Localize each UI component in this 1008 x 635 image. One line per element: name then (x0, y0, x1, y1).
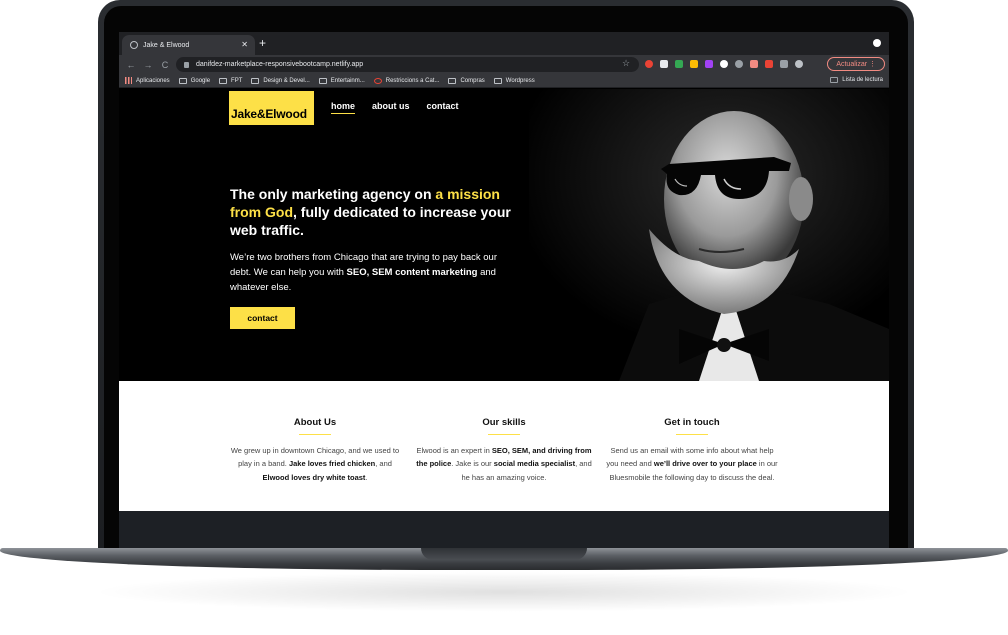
hero-section: Jake&Elwood home about us contact The on… (119, 89, 889, 381)
extension-icon-2[interactable] (660, 60, 668, 68)
extension-icon-9[interactable] (765, 60, 773, 68)
extension-icon-6[interactable] (720, 60, 728, 68)
folder-icon (251, 77, 260, 84)
reading-list-icon (830, 77, 839, 83)
apps-grid-icon (125, 77, 132, 84)
folder-icon (318, 77, 327, 84)
bold-text: social media specialist (493, 459, 576, 469)
text: Elwood is an expert in (416, 446, 492, 455)
extension-icon-7[interactable] (735, 60, 743, 68)
update-button[interactable]: Actualizar ⋮ (827, 57, 885, 71)
avatar[interactable] (795, 60, 803, 68)
bookmark-restriccions[interactable]: Restriccions a Cat... (373, 77, 440, 84)
bookmarks-bar: Aplicaciones Google FPT Design & Devel..… (119, 74, 889, 88)
new-tab-button[interactable]: + (259, 36, 266, 50)
skills-column: Our skills Elwood is an expert in SEO, S… (416, 381, 592, 484)
extension-icon-8[interactable] (750, 60, 758, 68)
nav-about-us[interactable]: about us (372, 101, 410, 114)
bookmark-label: Google (190, 77, 211, 84)
bookmark-label: Compras (460, 77, 485, 84)
contact-button[interactable]: contact (230, 307, 295, 329)
reload-button[interactable]: C (160, 60, 170, 70)
bookmark-label: Entertainm... (330, 77, 365, 84)
browser-tab-bar: Jake & Elwood ✕ + (119, 32, 889, 55)
text: . Jake is our (451, 459, 494, 469)
about-us-text: We grew up in downtown Chicago, and we u… (227, 444, 403, 484)
screen-bottom-strip (119, 511, 889, 548)
back-button[interactable]: ← (126, 60, 136, 70)
laptop-shadow (90, 572, 918, 612)
bookmark-google[interactable]: Google (178, 77, 211, 84)
bold-text: we’ll drive over to your place (653, 459, 757, 469)
nav-contact[interactable]: contact (427, 101, 459, 114)
folder-icon (448, 77, 457, 84)
lock-icon (184, 61, 189, 68)
site-logo[interactable]: Jake&Elwood (229, 91, 314, 125)
site-nav: home about us contact (331, 101, 476, 114)
url-text: danifdez-marketplace-responsivebootcamp.… (196, 61, 364, 68)
browser-tab[interactable]: Jake & Elwood ✕ (122, 35, 255, 55)
extension-icon-1[interactable] (645, 60, 653, 68)
info-section: About Us We grew up in downtown Chicago,… (119, 381, 889, 511)
bold-text: Jake loves fried chicken (288, 459, 376, 469)
contact-column: Get in touch Send us an email with some … (604, 381, 780, 484)
bookmark-star-icon[interactable]: ☆ (622, 58, 630, 69)
folder-icon (178, 77, 187, 84)
laptop-frame: Jake & Elwood ✕ + ← → C danifdez-marketp… (0, 0, 1008, 635)
folder-icon (493, 77, 502, 84)
reading-list-label: Lista de lectura (842, 77, 883, 83)
contact-text: Send us an email with some info about wh… (604, 444, 780, 484)
puzzle-icon[interactable] (780, 60, 788, 68)
folder-icon (219, 77, 228, 84)
extension-icon-4[interactable] (690, 60, 698, 68)
hero-subtext: We’re two brothers from Chicago that are… (230, 250, 510, 295)
globe-icon (130, 41, 138, 49)
subtext-bold: SEO, SEM content marketing (346, 267, 478, 278)
bookmark-compras[interactable]: Compras (448, 77, 485, 84)
screen: Jake & Elwood ✕ + ← → C danifdez-marketp… (119, 32, 889, 511)
bold-text: Elwood loves dry white toast (262, 472, 366, 482)
bookmark-label: Restriccions a Cat... (385, 77, 440, 84)
bookmark-design[interactable]: Design & Devel... (251, 77, 310, 84)
bookmark-label: Wordpress (505, 77, 535, 84)
bookmark-apps[interactable]: Aplicaciones (125, 77, 170, 84)
title-underline (488, 434, 520, 435)
bookmark-label: Design & Devel... (263, 77, 310, 84)
bookmark-wordpress[interactable]: Wordpress (493, 77, 535, 84)
skills-text: Elwood is an expert in SEO, SEM, and dri… (416, 444, 592, 484)
text: , and (375, 459, 392, 469)
site-icon (373, 77, 382, 84)
web-page: Jake&Elwood home about us contact The on… (119, 89, 889, 511)
hero-headline: The only marketing agency on a mission f… (230, 185, 530, 239)
title-underline (676, 434, 708, 435)
browser-toolbar: ← → C danifdez-marketplace-responsiveboo… (119, 55, 889, 74)
tab-title: Jake & Elwood (143, 41, 190, 49)
skills-title: Our skills (482, 417, 526, 428)
extension-icon-3[interactable] (675, 60, 683, 68)
hero-photo (529, 89, 889, 381)
bookmark-entertainment[interactable]: Entertainm... (318, 77, 365, 84)
about-us-title: About Us (293, 417, 337, 428)
about-us-column: About Us We grew up in downtown Chicago,… (227, 381, 403, 484)
extension-icon-5[interactable] (705, 60, 713, 68)
contact-title: Get in touch (664, 417, 720, 428)
profile-icon[interactable] (873, 39, 881, 47)
bookmark-label: Aplicaciones (136, 77, 170, 84)
headline-text: The only marketing agency on (230, 186, 436, 202)
forward-button[interactable]: → (143, 60, 153, 70)
laptop-notch (421, 548, 587, 560)
bookmark-fpt[interactable]: FPT (219, 77, 243, 84)
text: . (365, 472, 368, 482)
bookmark-label: FPT (231, 77, 243, 84)
nav-home[interactable]: home (331, 101, 356, 114)
title-underline (299, 434, 331, 435)
address-bar[interactable]: danifdez-marketplace-responsivebootcamp.… (176, 57, 639, 72)
reading-list[interactable]: Lista de lectura (830, 77, 883, 83)
close-tab-icon[interactable]: ✕ (241, 40, 248, 49)
